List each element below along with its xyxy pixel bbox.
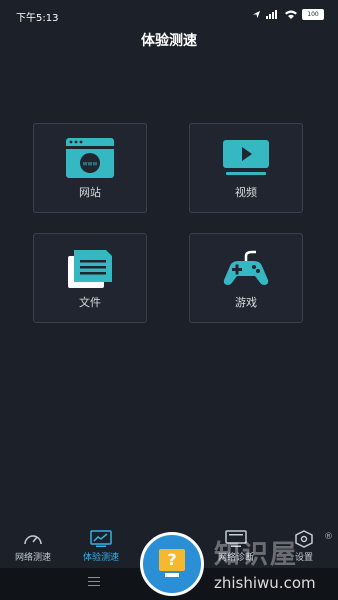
signal-icon xyxy=(266,10,277,19)
watermark-url: zhishiwu.com xyxy=(214,574,316,592)
location-icon xyxy=(252,10,261,19)
chart-monitor-icon xyxy=(90,530,112,547)
card-label: 游戏 xyxy=(235,296,257,309)
card-video[interactable]: 视频 xyxy=(189,123,303,213)
card-label: 视频 xyxy=(235,186,257,199)
status-time: 下午5:13 xyxy=(16,13,59,24)
video-play-icon xyxy=(223,140,269,175)
question-icon: ? xyxy=(159,549,185,571)
file-icon xyxy=(68,250,112,288)
card-file[interactable]: 文件 xyxy=(33,233,147,323)
status-bar: 下午5:13 100 xyxy=(0,0,338,28)
watermark: ? 知识屋 ® zhishiwu.com xyxy=(140,530,338,600)
page-title: 体验测速 xyxy=(141,33,197,49)
card-label: 文件 xyxy=(79,296,101,309)
website-icon: www xyxy=(66,138,114,178)
registered-mark: ® xyxy=(324,532,333,542)
card-game[interactable]: 游戏 xyxy=(189,233,303,323)
stand-shape xyxy=(165,573,179,577)
menu-icon[interactable] xyxy=(88,577,100,587)
nav-item-network-speed[interactable]: 网络测速 xyxy=(4,525,62,568)
watermark-logo: ? xyxy=(140,532,204,596)
status-icons: 100 xyxy=(252,9,324,20)
gamepad-icon xyxy=(223,250,269,285)
card-website[interactable]: www 网站 xyxy=(33,123,147,213)
wifi-icon xyxy=(285,10,297,19)
nav-label: 体验测速 xyxy=(82,553,119,563)
watermark-name: 知识屋 xyxy=(214,540,299,570)
svg-text:www: www xyxy=(83,161,98,168)
nav-item-experience-speed[interactable]: 体验测速 xyxy=(72,525,130,568)
card-label: 网站 xyxy=(79,186,101,199)
battery-icon: 100 xyxy=(302,9,324,20)
speedometer-icon xyxy=(24,535,42,545)
nav-label: 网络测速 xyxy=(14,553,51,563)
